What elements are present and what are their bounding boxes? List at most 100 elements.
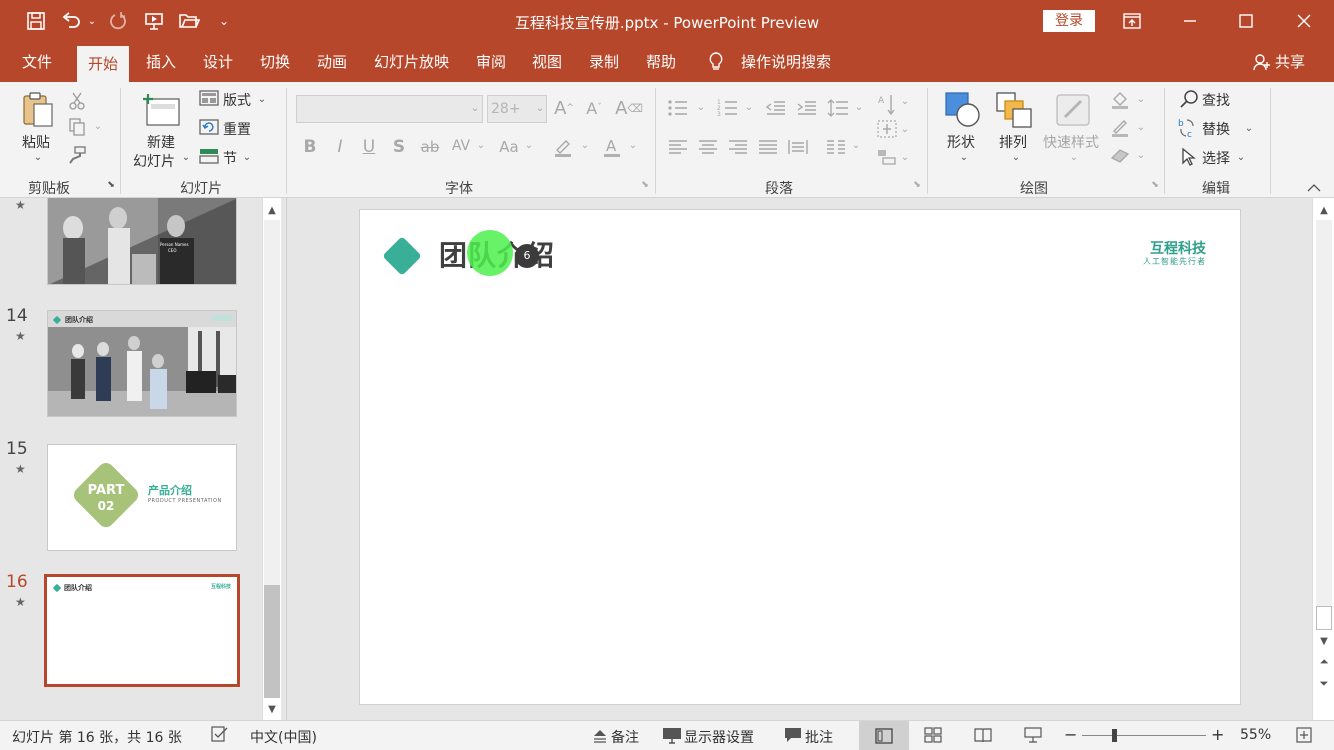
copy-dropdown-icon[interactable]: ⌄ [92, 120, 104, 132]
zoom-slider-track[interactable] [1082, 735, 1206, 736]
numbering-dropdown-icon[interactable]: ⌄ [744, 102, 754, 113]
tab-home[interactable]: 开始 [77, 46, 130, 82]
maximize-icon[interactable] [1218, 0, 1274, 42]
shapes-label[interactable]: 形状 [947, 132, 975, 152]
drawing-launcher-icon[interactable]: ⬊ [1150, 180, 1160, 190]
change-case-icon[interactable]: Aa [496, 136, 522, 158]
tab-insert[interactable]: 插入 [146, 42, 176, 82]
format-painter-icon[interactable] [66, 144, 88, 166]
normal-view-button[interactable] [859, 721, 909, 750]
font-color-icon[interactable]: A [600, 134, 624, 160]
select-cursor-icon[interactable] [1178, 146, 1200, 168]
undo-icon[interactable] [58, 8, 84, 34]
columns-icon[interactable] [824, 136, 848, 158]
paste-label[interactable]: 粘贴 [22, 132, 50, 152]
tab-animations[interactable]: 动画 [317, 42, 347, 82]
clipboard-launcher-icon[interactable]: ⬊ [106, 180, 116, 190]
tab-record[interactable]: 录制 [589, 42, 619, 82]
underline-icon[interactable]: U [359, 136, 379, 158]
line-spacing-dropdown-icon[interactable]: ⌄ [854, 102, 864, 113]
scroll-down-icon[interactable]: ▼ [264, 701, 280, 717]
section-dropdown-icon[interactable]: ⌄ [242, 152, 252, 163]
thumbnail-scrollbar[interactable]: ▲ ▼ [262, 198, 281, 720]
new-slide-icon[interactable] [140, 90, 182, 130]
character-spacing-dropdown-icon[interactable]: ⌄ [476, 140, 486, 151]
font-name-dropdown-icon[interactable]: ⌄ [469, 102, 481, 114]
align-text-dropdown-icon[interactable]: ⌄ [900, 124, 910, 135]
shapes-dropdown-icon[interactable]: ⌄ [959, 152, 969, 163]
share-button[interactable]: 共享 [1275, 42, 1305, 82]
change-case-dropdown-icon[interactable]: ⌄ [524, 140, 534, 151]
layout-button[interactable]: 版式 [223, 90, 251, 110]
layout-icon[interactable] [198, 88, 220, 108]
close-icon[interactable] [1276, 0, 1332, 42]
presentation-start-icon[interactable] [142, 8, 166, 34]
scroll-track[interactable] [1316, 220, 1332, 630]
minimize-icon[interactable] [1162, 0, 1218, 42]
reset-button[interactable]: 重置 [223, 119, 251, 139]
main-scrollbar[interactable]: ▲ ▼ ⏶ ⏷ [1312, 198, 1334, 720]
slide-sorter-view-icon[interactable] [924, 727, 942, 747]
line-spacing-icon[interactable] [826, 96, 850, 120]
slide-thumbnail-14[interactable]: 团队介绍 [47, 310, 237, 417]
shape-effects-dropdown-icon[interactable]: ⌄ [1136, 150, 1146, 161]
align-center-icon[interactable] [696, 136, 720, 158]
italic-icon[interactable]: I [330, 136, 350, 158]
login-button[interactable]: 登录 [1043, 10, 1095, 32]
shape-outline-icon[interactable] [1108, 116, 1132, 138]
paste-dropdown-icon[interactable]: ⌄ [32, 152, 44, 163]
open-folder-icon[interactable] [176, 8, 202, 34]
smartart-icon[interactable] [876, 146, 898, 168]
tab-view[interactable]: 视图 [532, 42, 562, 82]
font-size-dropdown-icon[interactable]: ⌄ [534, 102, 546, 114]
slide-canvas[interactable]: 团队介绍 6 互程科技 人工智能先行者 [359, 209, 1241, 705]
save-icon[interactable] [24, 8, 48, 34]
zoom-level[interactable]: 55% [1240, 727, 1271, 743]
paste-icon[interactable] [20, 90, 56, 130]
notes-button[interactable]: 备注 [611, 727, 639, 747]
cut-icon[interactable] [66, 90, 88, 112]
numbering-icon[interactable]: 123 [716, 96, 740, 120]
redo-icon[interactable] [106, 8, 130, 34]
shape-effects-icon[interactable] [1108, 144, 1132, 166]
character-spacing-icon[interactable]: AV [449, 134, 473, 158]
strikethrough-icon[interactable]: ab [418, 136, 442, 158]
clear-formatting-icon[interactable]: A ⌫ [615, 96, 643, 120]
customize-qat-icon[interactable]: ⌄ [216, 8, 232, 34]
slide-thumbnail-15[interactable]: PART 02 产品介绍 PRODUCT PRESENTATION [47, 444, 237, 551]
slideshow-view-icon[interactable] [1024, 727, 1042, 747]
next-slide-icon[interactable]: ⏷ [1316, 676, 1332, 692]
select-button[interactable]: 选择 [1202, 148, 1230, 168]
previous-slide-icon[interactable]: ⏶ [1316, 654, 1332, 670]
comments-icon[interactable] [784, 727, 802, 747]
columns-dropdown-icon[interactable]: ⌄ [851, 140, 861, 151]
align-left-icon[interactable] [666, 136, 690, 158]
display-settings-icon[interactable] [662, 727, 682, 749]
tab-design[interactable]: 设计 [203, 42, 233, 82]
tell-me-search[interactable]: 操作说明搜索 [741, 42, 831, 82]
layout-dropdown-icon[interactable]: ⌄ [257, 94, 267, 105]
notes-icon[interactable] [592, 729, 608, 747]
highlight-dropdown-icon[interactable]: ⌄ [580, 140, 590, 151]
align-text-icon[interactable] [876, 118, 898, 140]
find-button[interactable]: 查找 [1202, 90, 1230, 110]
undo-dropdown-icon[interactable]: ⌄ [86, 8, 98, 34]
tab-file[interactable]: 文件 [22, 42, 52, 82]
smartart-dropdown-icon[interactable]: ⌄ [900, 152, 910, 163]
decrease-font-size-icon[interactable]: Aˇ [582, 96, 606, 120]
fit-to-window-icon[interactable] [1296, 727, 1312, 747]
copy-icon[interactable] [66, 116, 88, 138]
bold-icon[interactable]: B [300, 136, 320, 158]
increase-font-size-icon[interactable]: A ^ [552, 96, 576, 120]
replace-icon[interactable]: bc [1176, 116, 1200, 140]
quick-styles-label[interactable]: 快速样式 [1043, 132, 1099, 152]
spell-check-icon[interactable] [211, 726, 229, 746]
zoom-slider-thumb[interactable] [1112, 729, 1117, 742]
slide-thumbnail-13[interactable]: Person Names CEO [47, 198, 237, 285]
section-icon[interactable] [198, 146, 220, 166]
shapes-icon[interactable] [943, 90, 983, 130]
arrange-label[interactable]: 排列 [999, 132, 1027, 152]
new-slide-label-2[interactable]: 幻灯片 [133, 151, 175, 171]
distributed-icon[interactable] [786, 136, 810, 158]
increase-indent-icon[interactable] [795, 96, 819, 120]
